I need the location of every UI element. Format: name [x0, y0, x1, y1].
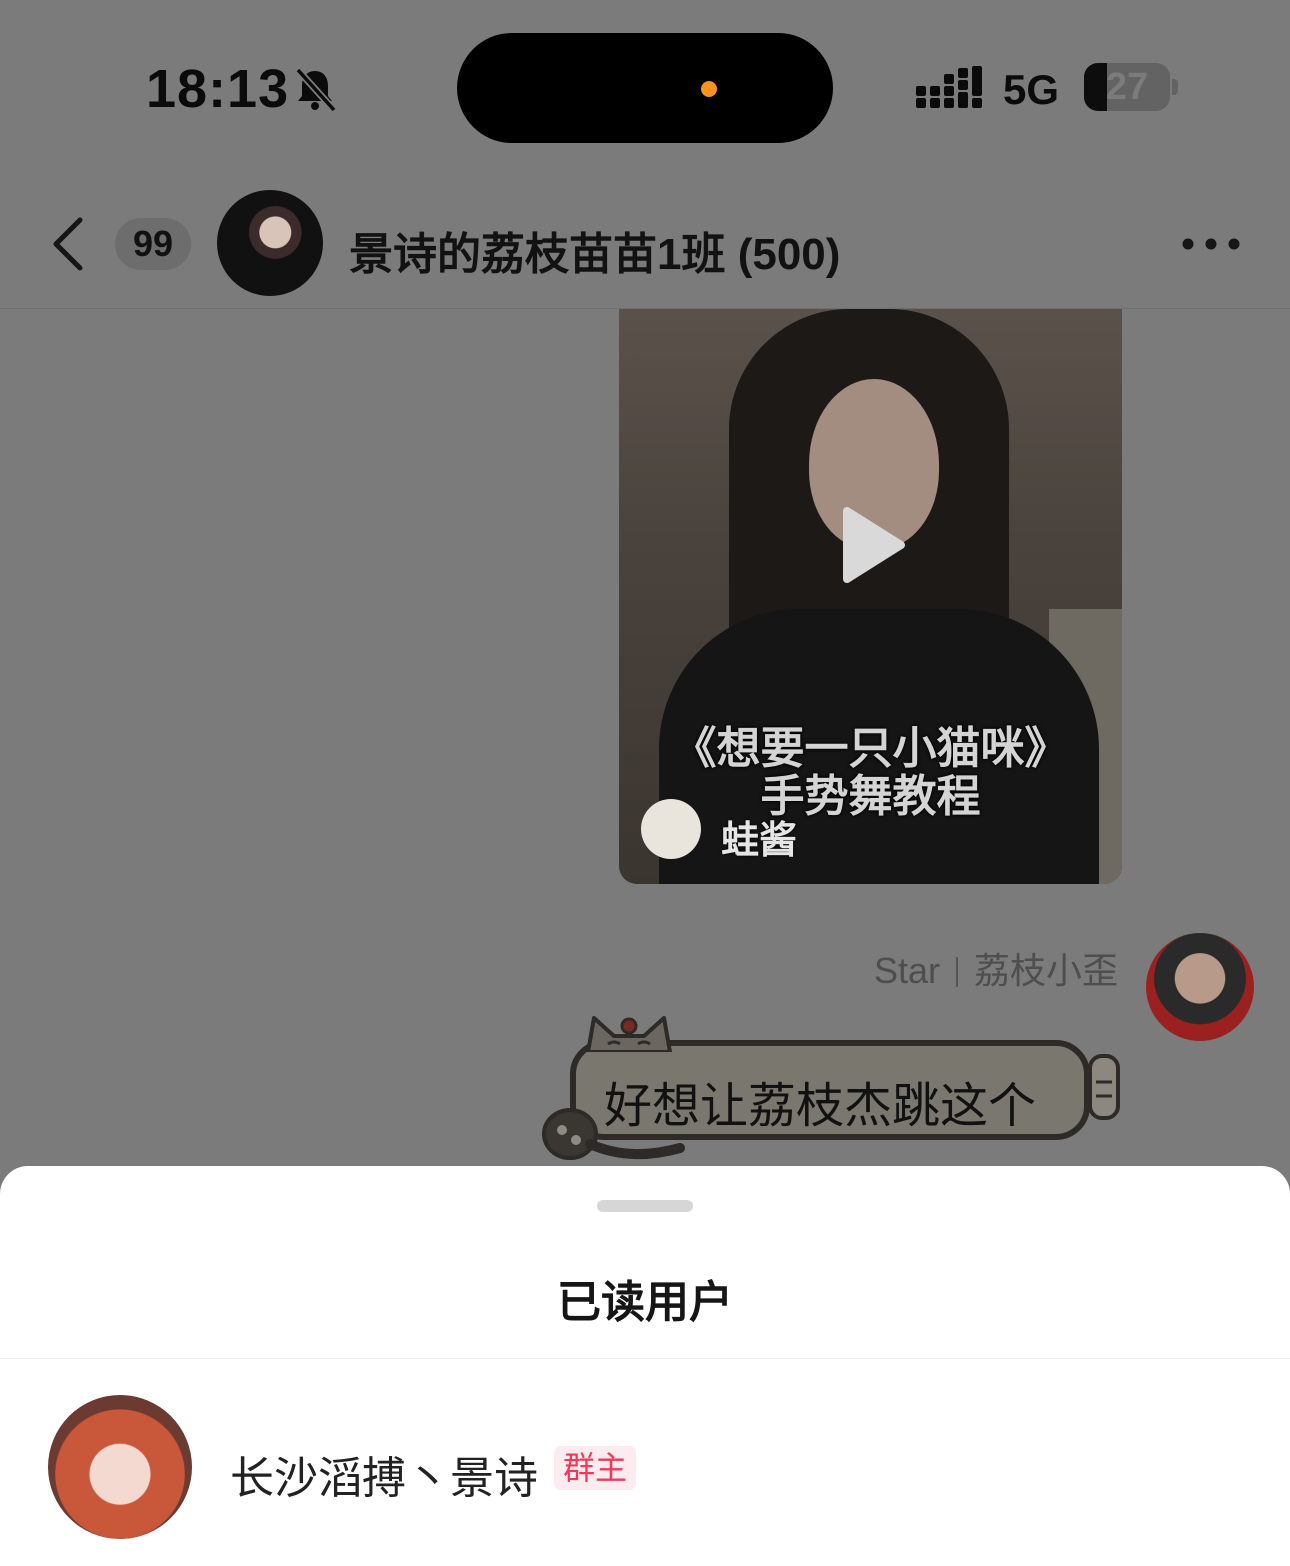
- play-icon[interactable]: [837, 505, 907, 585]
- sender-name: 荔枝小歪: [973, 950, 1118, 991]
- dynamic-island: [457, 33, 833, 143]
- unread-count-badge[interactable]: 99: [115, 218, 191, 270]
- chat-header: 99 景诗的荔枝苗苗1班 (500): [0, 180, 1290, 309]
- cat-ears-decoration: [586, 1016, 672, 1052]
- sender-info: Star 荔枝小歪: [874, 942, 1118, 994]
- back-icon[interactable]: [44, 214, 94, 274]
- signal-icon: [916, 66, 982, 108]
- battery-icon: 27: [1084, 63, 1170, 111]
- status-bar: 18:13 5G 27: [0, 0, 1290, 170]
- bell-slash-icon: [295, 67, 337, 112]
- recording-dot: [701, 81, 717, 97]
- video-title: 《想要一只小猫咪》 手势舞教程: [619, 725, 1122, 821]
- sender-tag: Star: [873, 950, 940, 991]
- cat-paw-decoration: [1088, 1054, 1120, 1120]
- video-author-avatar: [641, 799, 701, 859]
- more-icon[interactable]: [1178, 224, 1244, 264]
- status-time: 18:13: [146, 59, 290, 119]
- message-text: 好想让荔枝杰跳这个: [604, 1080, 1037, 1133]
- battery-cap: [1172, 79, 1178, 95]
- video-message-card[interactable]: 《想要一只小猫咪》 手势舞教程 蛙酱: [619, 309, 1122, 884]
- video-title-line1: 《想要一只小猫咪》: [672, 724, 1069, 773]
- sender-avatar[interactable]: [1146, 933, 1254, 1041]
- reader-avatar[interactable]: [48, 1395, 192, 1539]
- battery-percent: 27: [1105, 66, 1149, 108]
- group-owner-badge: 群主: [554, 1446, 636, 1490]
- sender-separator: [955, 957, 958, 987]
- read-users-sheet: 已读用户 长沙滔搏丶景诗 群主: [0, 1166, 1290, 1566]
- video-author-name: 蛙酱: [721, 820, 798, 862]
- sheet-title: 已读用户: [557, 1278, 733, 1327]
- sheet-drag-handle[interactable]: [597, 1200, 693, 1212]
- reader-name: 长沙滔搏丶景诗: [230, 1454, 538, 1503]
- group-title[interactable]: 景诗的荔枝苗苗1班 (500): [349, 218, 840, 282]
- group-avatar[interactable]: [217, 190, 323, 296]
- sheet-divider: [0, 1358, 1290, 1359]
- network-type: 5G: [1003, 66, 1060, 113]
- reader-list-item[interactable]: 长沙滔搏丶景诗 群主: [0, 1386, 1290, 1546]
